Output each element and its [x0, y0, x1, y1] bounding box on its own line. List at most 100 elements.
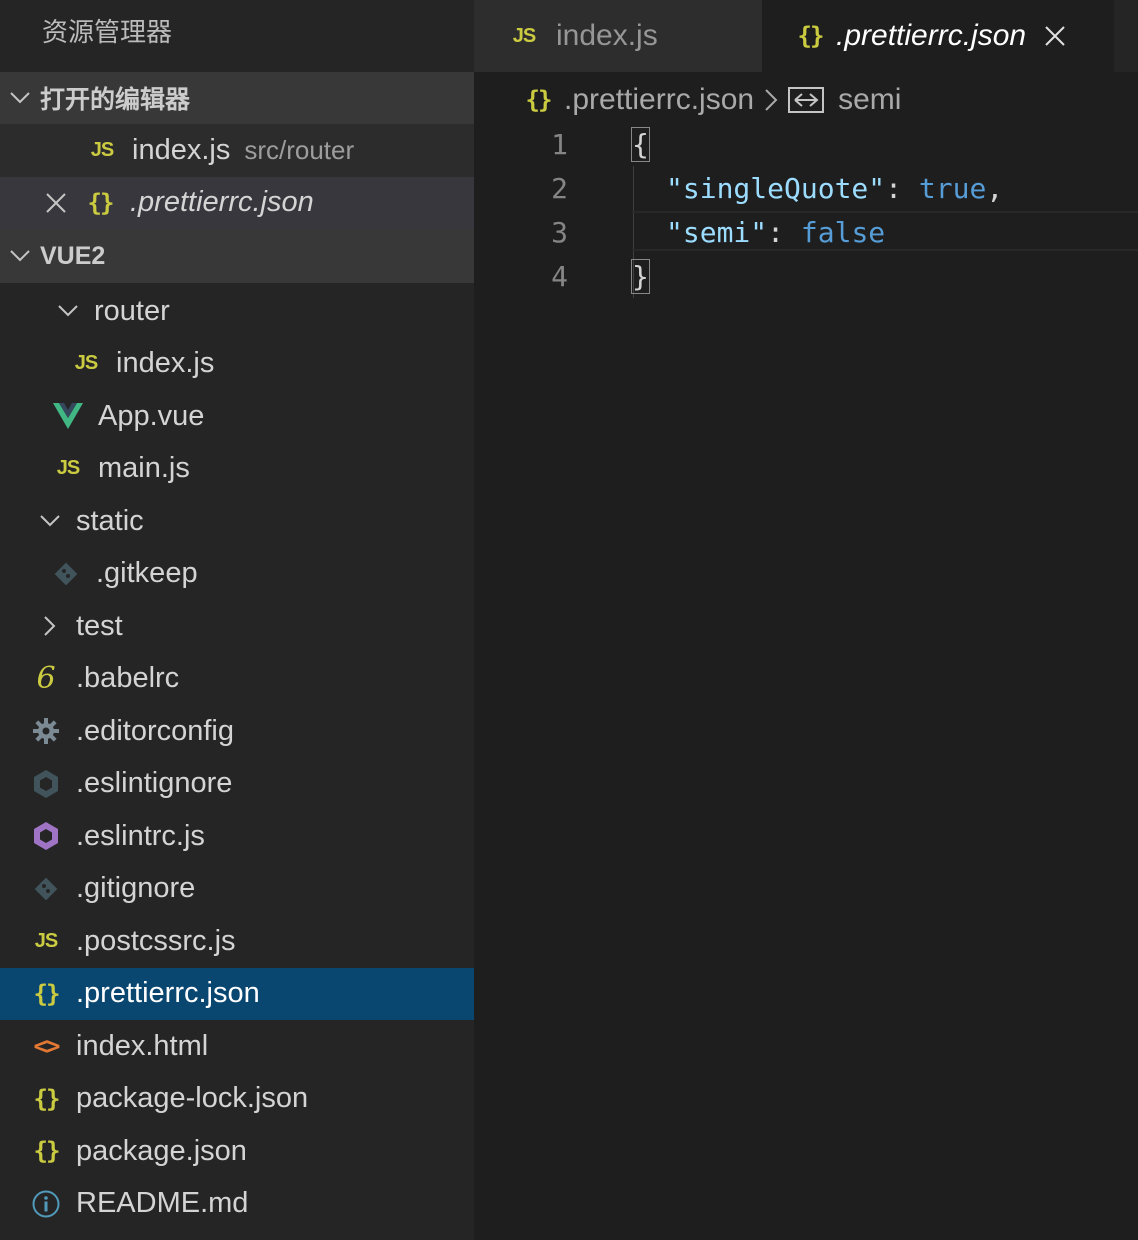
gear-icon — [30, 715, 62, 747]
line-number: 4 — [551, 259, 568, 293]
json-file-icon: {} — [33, 1084, 61, 1113]
chevron-down-icon — [34, 505, 66, 537]
project-title: VUE2 — [40, 241, 106, 270]
open-editor-item-index-js[interactable]: JS index.js src/router — [0, 124, 474, 177]
git-icon — [50, 558, 82, 590]
tree-label: package-lock.json — [76, 1082, 309, 1115]
json-key: "singleQuote" — [666, 171, 886, 205]
tree-file-main-js[interactable]: JS main.js — [0, 443, 474, 496]
json-key: "semi" — [666, 215, 768, 249]
tree-label: .postcssrc.js — [76, 924, 236, 957]
tab-label: .prettierrc.json — [836, 19, 1027, 52]
tree-label: .prettierrc.json — [76, 977, 260, 1010]
open-editor-label: index.js — [132, 133, 231, 166]
tab-label: index.js — [556, 19, 658, 52]
tree-label: test — [76, 609, 123, 642]
json-file-icon: {} — [797, 22, 825, 50]
tree-label: App.vue — [98, 399, 205, 432]
json-file-icon: {} — [525, 86, 553, 114]
line-number: 3 — [551, 215, 568, 249]
tab-prettierrc-json[interactable]: {} .prettierrc.json — [762, 0, 1114, 72]
code-line: 2 "singleQuote": true, — [474, 166, 1138, 210]
git-icon — [30, 873, 62, 905]
code-text: "semi": false — [666, 216, 885, 249]
tree-file-eslintrc[interactable]: .eslintrc.js — [0, 810, 474, 863]
line-number: 2 — [551, 171, 568, 205]
tree-label: index.html — [76, 1029, 209, 1062]
project-header[interactable]: VUE2 — [0, 229, 474, 283]
tree-label: .gitignore — [76, 872, 196, 905]
tree-file-package-lock[interactable]: {} package-lock.json — [0, 1073, 474, 1126]
tree-label: index.js — [116, 347, 215, 380]
open-editors-section: 打开的编辑器 JS index.js src/router {} .pretti… — [0, 72, 474, 229]
bracket-open: { — [631, 126, 650, 162]
json-value: false — [800, 215, 886, 249]
vue-icon — [52, 400, 84, 432]
property-icon — [788, 84, 825, 116]
tab-index-js[interactable]: JS index.js — [474, 0, 762, 72]
eslint-icon — [30, 820, 62, 852]
code-line: 1 { — [474, 122, 1138, 166]
tree-file-app-vue[interactable]: App.vue — [0, 390, 474, 443]
tree-label: .editorconfig — [76, 714, 234, 747]
breadcrumb-file[interactable]: .prettierrc.json — [564, 83, 754, 117]
open-editors-title: 打开的编辑器 — [40, 86, 191, 114]
tree-label: README.md — [76, 1187, 249, 1220]
tree-folder-router[interactable]: router — [0, 285, 474, 338]
chevron-down-icon — [52, 295, 84, 327]
chevron-down-icon — [0, 249, 40, 263]
tree-file-readme[interactable]: README.md — [0, 1178, 474, 1231]
code-text: "singleQuote": true, — [666, 172, 1003, 205]
tree-file-index-html[interactable]: <> index.html — [0, 1020, 474, 1073]
babel-icon: 6 — [36, 661, 56, 697]
tree-file-postcssrc[interactable]: JS .postcssrc.js — [0, 915, 474, 968]
js-file-icon: JS — [74, 352, 98, 375]
explorer-sidebar: 资源管理器 打开的编辑器 JS index.js src/router {} .… — [0, 0, 474, 1240]
tree-label: .babelrc — [76, 662, 180, 695]
chevron-down-icon — [0, 91, 40, 105]
tree-label: static — [76, 504, 144, 537]
breadcrumb-symbol[interactable]: semi — [838, 83, 901, 117]
js-file-icon: JS — [56, 457, 80, 480]
close-icon[interactable] — [40, 187, 72, 219]
chevron-right-icon — [764, 88, 778, 112]
tree-label: .gitkeep — [96, 557, 198, 590]
tree-file-editorconfig[interactable]: .editorconfig — [0, 705, 474, 758]
open-editors-header[interactable]: 打开的编辑器 — [0, 72, 474, 124]
code-text: { — [631, 126, 650, 162]
line-number: 1 — [551, 127, 568, 161]
code-editor[interactable]: 1 { 2 "singleQuote": true, 3 "semi": fal… — [474, 122, 1138, 1240]
open-editor-item-prettierrc[interactable]: {} .prettierrc.json — [0, 176, 474, 229]
tree-file-gitkeep[interactable]: .gitkeep — [0, 548, 474, 601]
json-colon: : — [767, 215, 801, 249]
tree-folder-static[interactable]: static — [0, 495, 474, 548]
breadcrumb: {} .prettierrc.json semi — [474, 72, 1138, 128]
close-icon[interactable] — [1044, 25, 1066, 47]
json-file-icon: {} — [33, 1137, 61, 1166]
json-file-icon: {} — [87, 188, 115, 217]
tree-file-gitignore[interactable]: .gitignore — [0, 863, 474, 916]
tree-file-prettierrc-selected[interactable]: {} .prettierrc.json — [0, 967, 474, 1020]
file-tree: router JS index.js App.vue JS main.js st… — [0, 283, 474, 1230]
tree-file-package-json[interactable]: {} package.json — [0, 1125, 474, 1178]
bracket-close: } — [631, 258, 650, 294]
html-file-icon: <> — [33, 1032, 61, 1061]
tree-file-eslintignore[interactable]: .eslintignore — [0, 758, 474, 811]
open-editor-path: src/router — [244, 134, 355, 165]
json-colon: : — [885, 171, 919, 205]
tree-file-index-js[interactable]: JS index.js — [0, 338, 474, 391]
chevron-right-icon — [34, 610, 66, 642]
info-icon — [30, 1188, 62, 1220]
eslint-ignore-icon — [30, 768, 62, 800]
tree-folder-test[interactable]: test — [0, 600, 474, 653]
editor-tab-bar: JS index.js {} .prettierrc.json — [474, 0, 1138, 72]
tree-file-babelrc[interactable]: 6 .babelrc — [0, 653, 474, 706]
tree-label: main.js — [98, 452, 190, 485]
tree-label: .eslintignore — [76, 767, 233, 800]
json-file-icon: {} — [33, 979, 61, 1008]
tree-label: .eslintrc.js — [76, 819, 205, 852]
json-comma: , — [986, 171, 1004, 205]
code-line: 4 } — [474, 254, 1138, 298]
tree-label: router — [94, 294, 170, 327]
json-value: true — [918, 171, 987, 205]
